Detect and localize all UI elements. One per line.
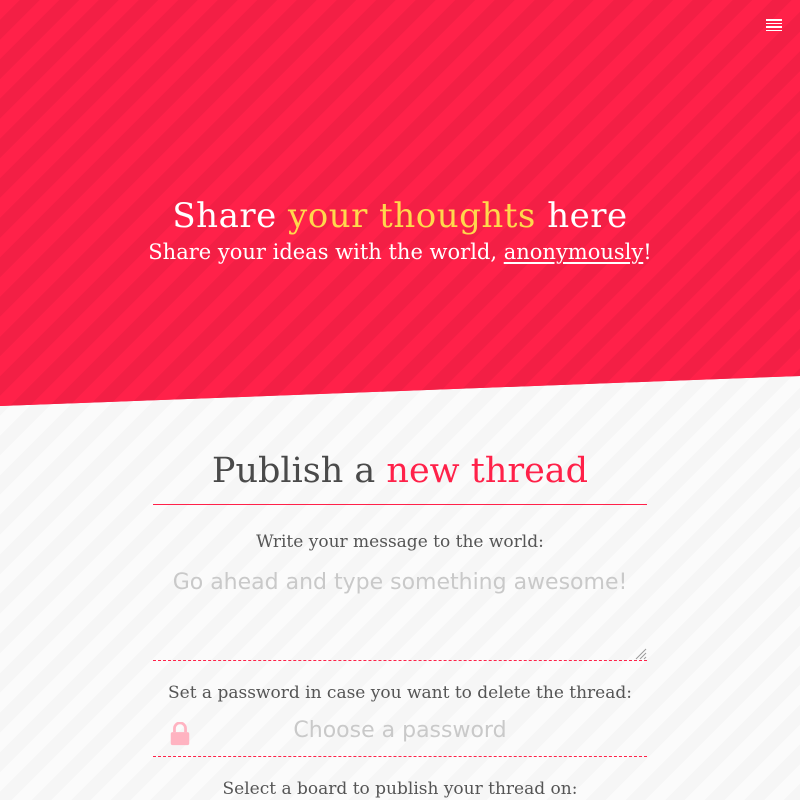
hero-title: Share your thoughts here xyxy=(172,196,628,236)
form-title-accent: new thread xyxy=(386,451,589,491)
publish-thread-form: Publish a new thread Write your message … xyxy=(153,448,647,799)
hero-title-accent: your thoughts xyxy=(288,196,536,236)
hero-subtitle: Share your ideas with the world, anonymo… xyxy=(148,240,652,264)
hero-text: Share your thoughts here Share your idea… xyxy=(0,194,800,266)
message-textarea[interactable]: Go ahead and type something awesome! xyxy=(153,568,647,661)
form-title: Publish a new thread xyxy=(153,448,647,505)
menu-button[interactable] xyxy=(766,18,782,32)
password-input[interactable]: Choose a password xyxy=(153,715,647,757)
anonymously-link[interactable]: anonymously xyxy=(504,240,644,264)
hamburger-menu-icon xyxy=(766,19,782,21)
password-placeholder: Choose a password xyxy=(293,718,507,743)
board-label: Select a board to publish your thread on… xyxy=(222,779,578,799)
password-label: Set a password in case you want to delet… xyxy=(167,683,632,703)
lock-icon xyxy=(170,722,190,746)
message-label: Write your message to the world: xyxy=(256,532,544,552)
message-placeholder: Go ahead and type something awesome! xyxy=(172,570,628,595)
resize-grip-icon[interactable] xyxy=(635,648,647,660)
